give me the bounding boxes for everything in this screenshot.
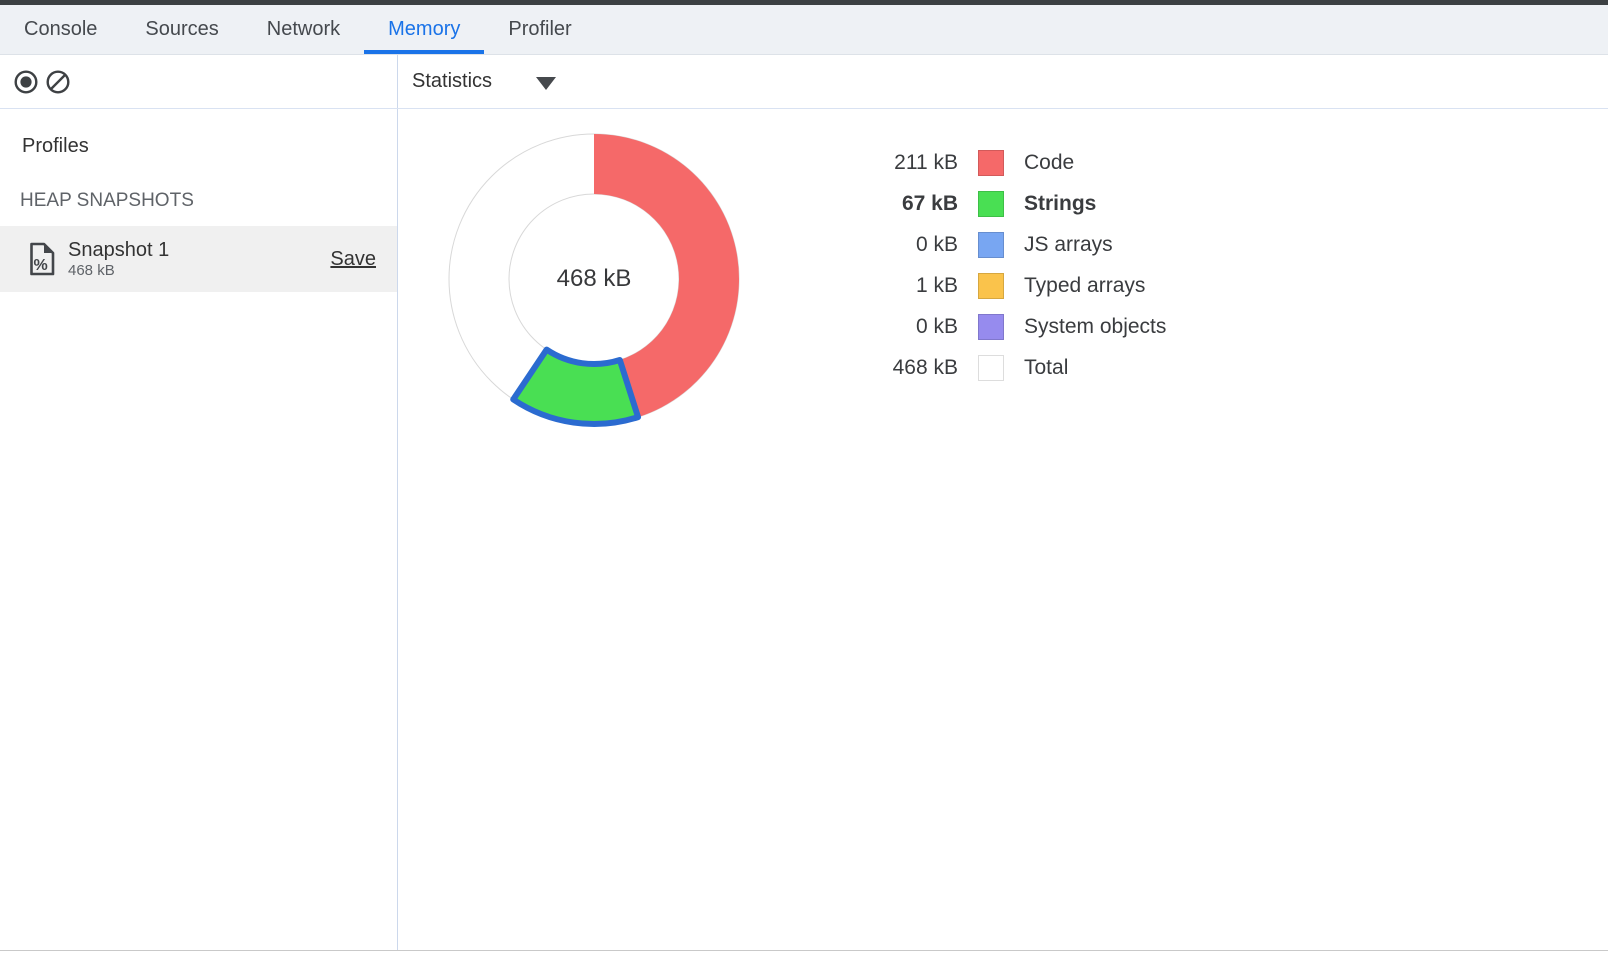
tab-sources[interactable]: Sources xyxy=(121,5,242,54)
heap-snapshots-section-heading: HEAP SNAPSHOTS xyxy=(20,190,194,212)
svg-text:%: % xyxy=(34,257,48,274)
heap-snapshot-file-icon: % xyxy=(28,242,56,276)
legend-swatch-total xyxy=(978,355,1004,381)
record-heap-snapshot-button[interactable] xyxy=(12,68,40,96)
perspective-selector[interactable]: Statistics xyxy=(398,55,1608,108)
legend-swatch-js-arrays xyxy=(978,232,1004,258)
legend-label: Total xyxy=(1024,356,1068,380)
tab-profiler[interactable]: Profiler xyxy=(484,5,595,54)
snapshot-info: Snapshot 1 468 kB xyxy=(68,238,169,280)
profiles-heading: Profiles xyxy=(22,135,89,158)
statistics-view: 468 kB 211 kB Code 67 kB Strings 0 kB JS arra… xyxy=(398,109,1608,951)
legend-row-code[interactable]: 211 kB Code xyxy=(848,142,1166,183)
pie-slice-strings[interactable] xyxy=(513,350,638,424)
legend-swatch-strings xyxy=(978,191,1004,217)
legend-label: System objects xyxy=(1024,315,1166,339)
heap-donut-chart: 468 kB xyxy=(444,129,744,429)
legend-value: 468 kB xyxy=(848,356,958,380)
profile-actions-toolbar xyxy=(0,55,398,108)
legend-label: Typed arrays xyxy=(1024,274,1145,298)
legend-row-strings[interactable]: 67 kB Strings xyxy=(848,183,1166,224)
panel-bottom-divider xyxy=(0,950,1608,951)
clear-profiles-button[interactable] xyxy=(44,68,72,96)
legend-value: 67 kB xyxy=(848,192,958,216)
legend-swatch-system-objects xyxy=(978,314,1004,340)
devtools-tab-bar: Console Sources Network Memory Profiler xyxy=(0,5,1608,55)
snapshot-name: Snapshot 1 xyxy=(68,238,169,262)
legend-value: 211 kB xyxy=(848,151,958,175)
save-snapshot-link[interactable]: Save xyxy=(330,248,376,271)
legend-label: Code xyxy=(1024,151,1074,175)
legend-row-system-objects[interactable]: 0 kB System objects xyxy=(848,306,1166,347)
legend: 211 kB Code 67 kB Strings 0 kB JS arrays 1 kB T… xyxy=(848,142,1166,388)
legend-value: 0 kB xyxy=(848,233,958,257)
devtools-memory-panel: Console Sources Network Memory Profiler … xyxy=(0,0,1608,954)
legend-label: Strings xyxy=(1024,192,1096,216)
donut-inner-ring xyxy=(509,194,679,364)
tab-network[interactable]: Network xyxy=(243,5,364,54)
legend-value: 0 kB xyxy=(848,315,958,339)
tab-memory[interactable]: Memory xyxy=(364,5,484,54)
legend-row-typed-arrays[interactable]: 1 kB Typed arrays xyxy=(848,265,1166,306)
donut-chart-svg xyxy=(444,129,744,429)
legend-label: JS arrays xyxy=(1024,233,1113,257)
chevron-down-icon xyxy=(536,77,556,90)
legend-row-total[interactable]: 468 kB Total xyxy=(848,347,1166,388)
profiles-sidebar: Profiles HEAP SNAPSHOTS % Snapshot 1 468… xyxy=(0,109,398,951)
perspective-selected-label: Statistics xyxy=(412,70,492,93)
snapshot-size: 468 kB xyxy=(68,262,169,280)
legend-value: 1 kB xyxy=(848,274,958,298)
record-icon xyxy=(13,69,39,95)
memory-toolbar: Statistics xyxy=(0,55,1608,109)
panel-content: Profiles HEAP SNAPSHOTS % Snapshot 1 468… xyxy=(0,109,1608,951)
sidebar-item-snapshot-1[interactable]: % Snapshot 1 468 kB Save xyxy=(0,226,397,292)
legend-swatch-typed-arrays xyxy=(978,273,1004,299)
legend-swatch-code xyxy=(978,150,1004,176)
legend-row-js-arrays[interactable]: 0 kB JS arrays xyxy=(848,224,1166,265)
tab-console[interactable]: Console xyxy=(0,5,121,54)
block-icon xyxy=(45,69,71,95)
